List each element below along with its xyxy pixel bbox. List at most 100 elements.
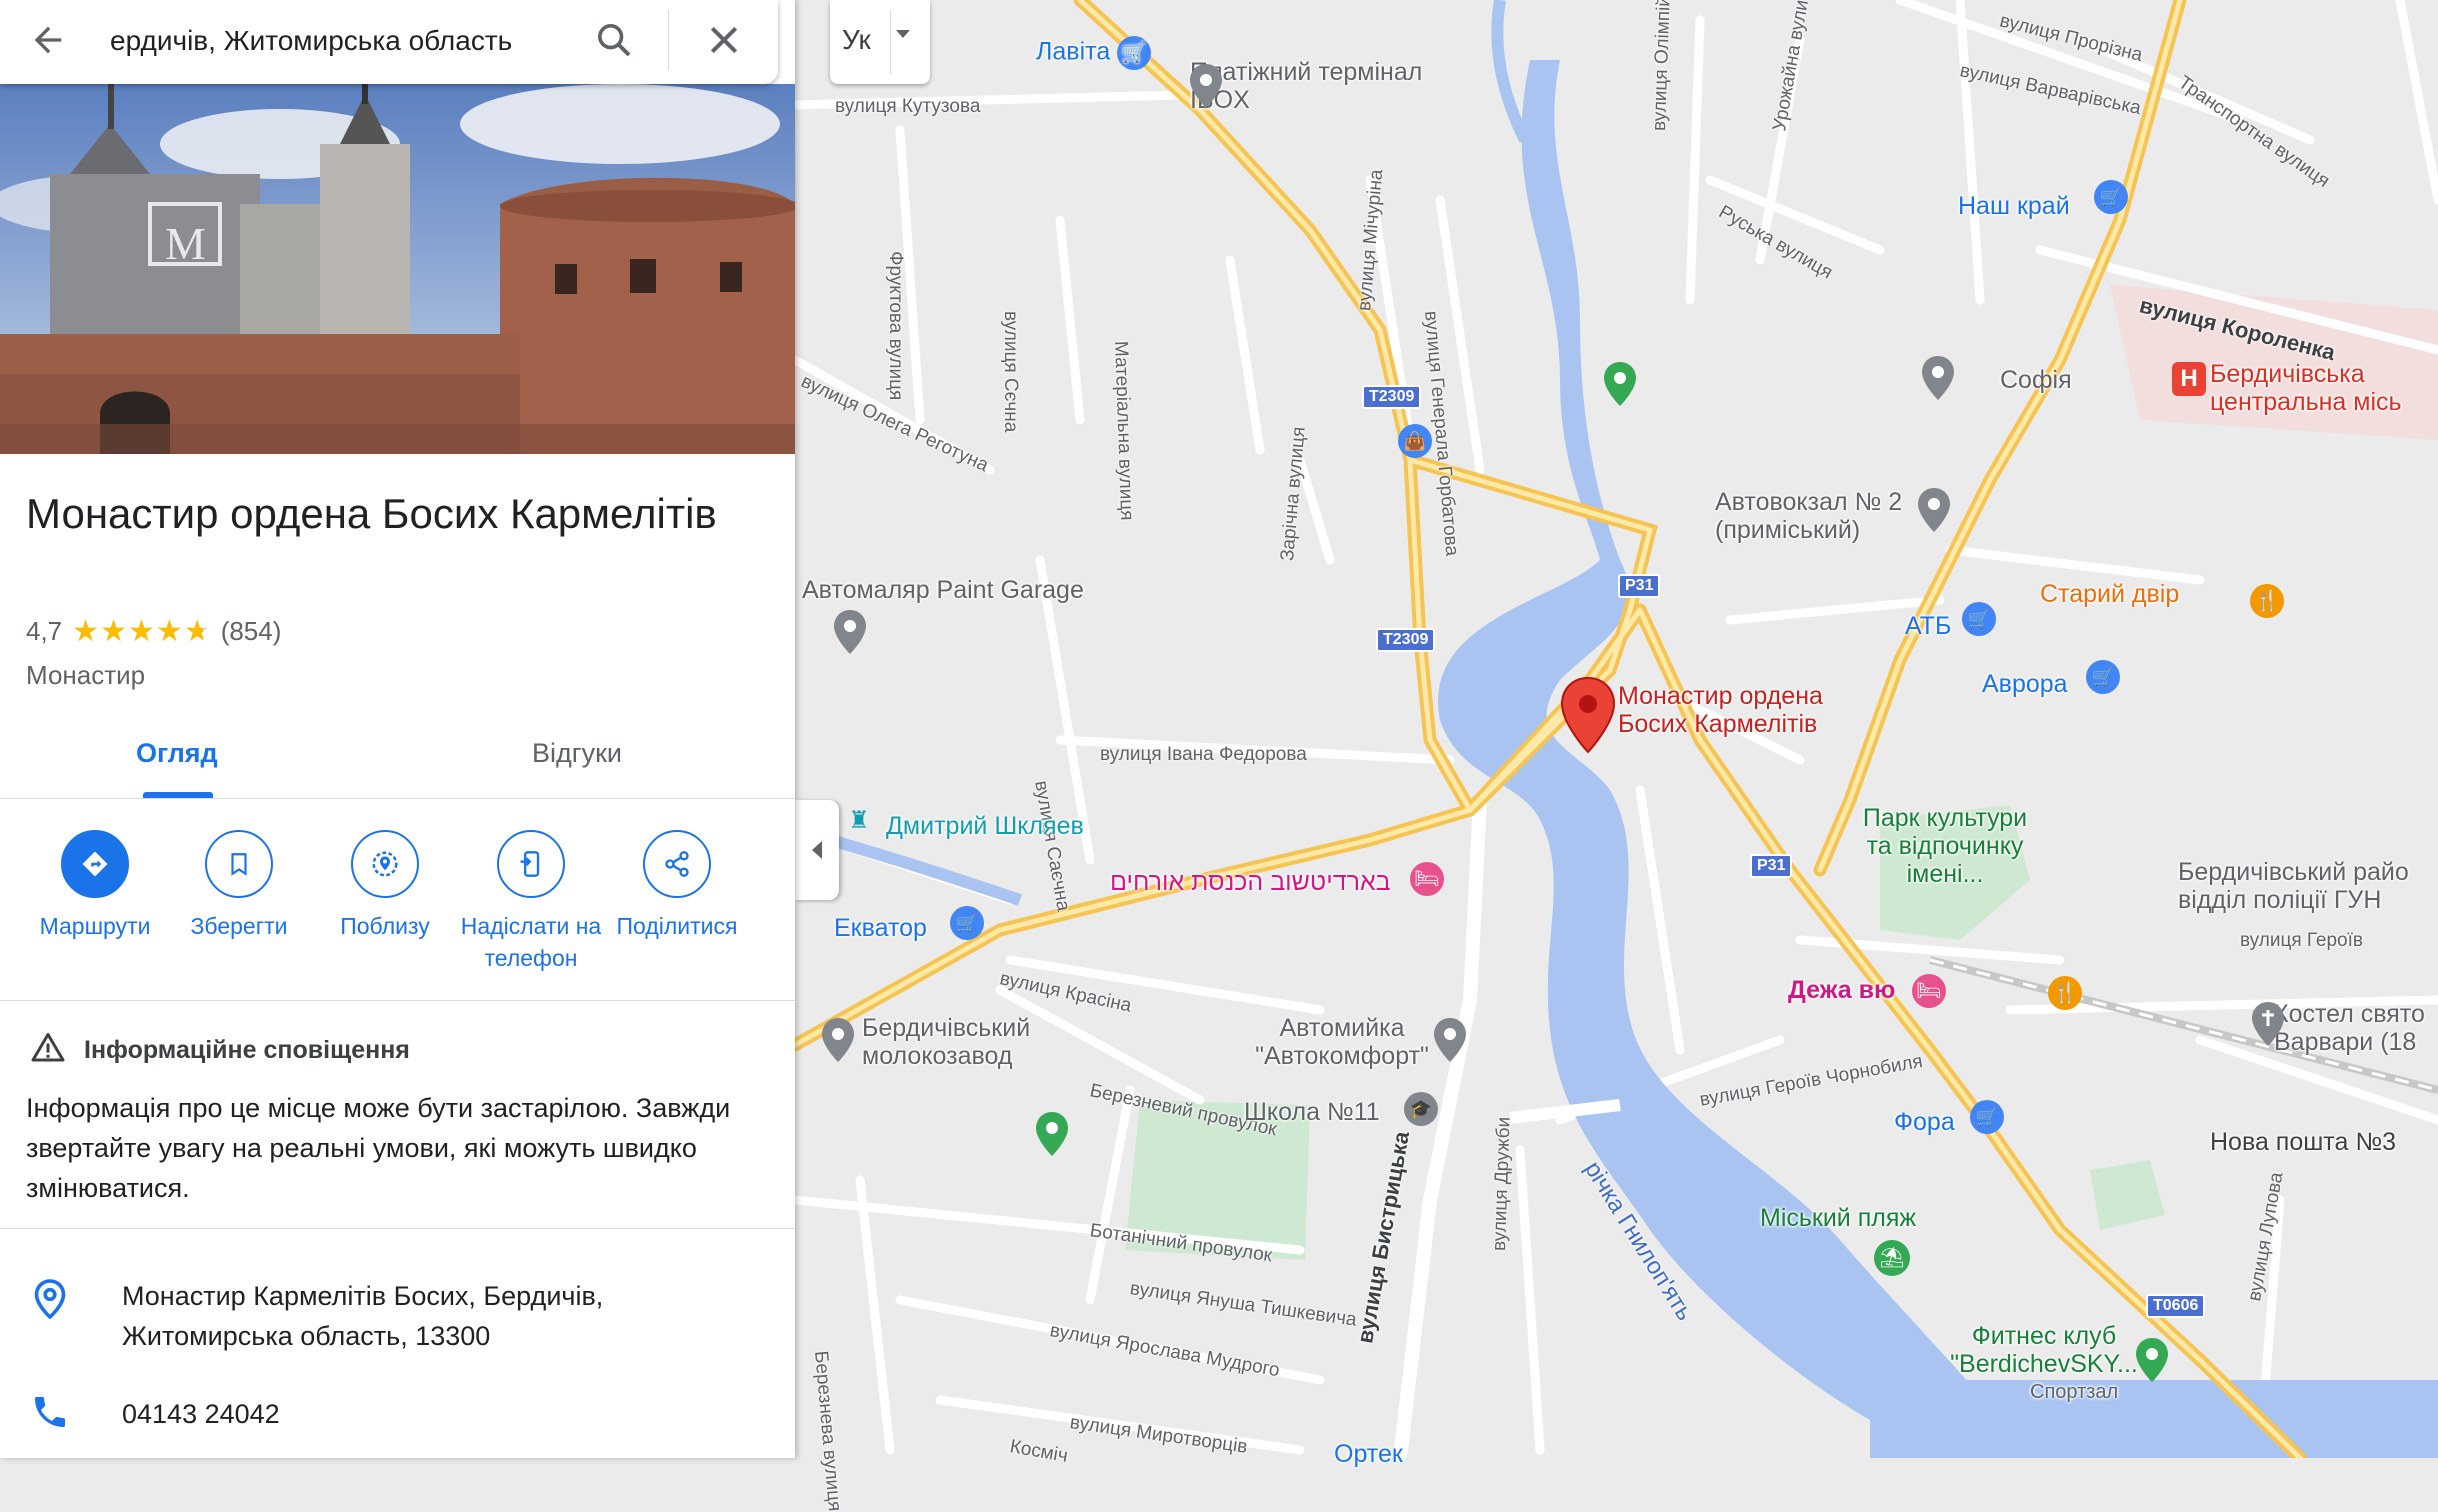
location-pin-icon[interactable] <box>1186 62 1226 112</box>
place-title: Монастир ордена Босих Кармелітів <box>26 490 717 537</box>
rating-row: 4,7 ★ ★ ★ ★ ★ (854) <box>26 616 281 647</box>
park-pin-icon[interactable] <box>2132 1336 2172 1386</box>
poi-nova-poshta[interactable]: Нова пошта №3 <box>2210 1128 2396 1156</box>
collapse-panel-button[interactable] <box>795 800 839 900</box>
poi-avtomyika[interactable]: Автомийка "Автокомфорт" <box>1222 1014 1462 1070</box>
poi-staryi-dvir[interactable]: Старий двір <box>2040 580 2179 608</box>
poi-hospital[interactable]: Бердичівська центральна місь <box>2210 360 2438 416</box>
poi-sofia[interactable]: Софія <box>2000 366 2072 394</box>
share-button[interactable]: Поділитися <box>602 830 752 942</box>
tab-overview[interactable]: Огляд <box>136 738 218 769</box>
street-label: вулиця Героїв <box>2240 930 2363 951</box>
star-icon: ★ <box>127 614 155 648</box>
chevron-down-icon[interactable] <box>896 30 910 38</box>
poi-fitness[interactable]: Фитнес клуб "BerdichevSKY... <box>1924 1322 2164 1378</box>
restaurant-pin-icon[interactable]: 🍴 <box>2250 584 2284 618</box>
poi-molokozavod[interactable]: Бердичівський молокозавод <box>862 1014 1102 1070</box>
shopping-cart-icon[interactable]: 🛒 <box>1962 602 1996 636</box>
restaurant-pin-icon[interactable]: 🍴 <box>2048 976 2082 1010</box>
selected-place-marker-icon[interactable] <box>1558 676 1618 756</box>
poi-police[interactable]: Бердичівський райо відділ поліції ГУН <box>2178 858 2438 914</box>
location-pin-icon <box>34 1279 66 1320</box>
road-shield: T2309 <box>1362 385 1422 409</box>
shopping-bag-icon[interactable]: 👜 <box>1398 424 1432 458</box>
hotel-pin-icon[interactable]: 🛏 <box>1410 862 1444 896</box>
location-pin-icon[interactable] <box>1914 486 1954 536</box>
star-icon: ★ <box>72 614 100 648</box>
save-label: Зберегти <box>190 913 288 939</box>
shopping-cart-icon: 🛒 <box>1117 36 1152 70</box>
poi-ekvator[interactable]: Екватор <box>834 914 927 942</box>
directions-button[interactable]: Маршрути <box>20 830 170 942</box>
poi-kostel[interactable]: Костел свято Варвари (18 <box>2274 1000 2438 1056</box>
poi-atb[interactable]: АТБ <box>1905 612 1951 640</box>
beach-pin-icon[interactable]: ⛱ <box>1874 1240 1910 1276</box>
tab-reviews[interactable]: Відгуки <box>532 738 622 769</box>
poi-school-11[interactable]: Школа №11 <box>1244 1098 1380 1126</box>
back-arrow-icon[interactable] <box>28 20 68 60</box>
nearby-button[interactable]: Поблизу <box>310 830 460 942</box>
send-to-phone-button[interactable]: Надіслати на телефон <box>456 830 606 974</box>
divider <box>0 1228 795 1229</box>
location-pin-icon[interactable] <box>830 608 870 658</box>
poi-park[interactable]: Парк культури та відпочинку імені... <box>1850 804 2040 888</box>
poi-ibox[interactable]: Платіжний термінал IBOX <box>1190 58 1430 114</box>
church-pin-icon[interactable] <box>2248 1000 2288 1050</box>
star-icon: ★ <box>155 614 183 648</box>
address-text[interactable]: Монастир Кармелітів Босих, Бердичів, Жит… <box>122 1276 682 1356</box>
poi-hebrew-guesthouse[interactable]: בארדיטשוב הכנסת אורחים <box>1110 868 1391 896</box>
place-category[interactable]: Монастир <box>26 660 145 691</box>
divider <box>0 1000 795 1001</box>
search-box <box>0 0 778 84</box>
hotel-pin-icon[interactable]: 🛏 <box>1912 974 1946 1008</box>
location-pin-icon[interactable] <box>1430 1016 1470 1066</box>
road-shield: P31 <box>1618 574 1661 598</box>
poi-bus-station[interactable]: Автовокзал № 2 (приміський) <box>1715 488 1945 544</box>
poi-lavita[interactable]: Лавіта 🛒 <box>1036 36 1152 70</box>
museum-pin-icon[interactable]: ♜ <box>842 804 876 838</box>
tab-bar: Огляд Відгуки <box>0 720 795 799</box>
school-pin-icon[interactable]: 🎓 <box>1404 1092 1438 1126</box>
svg-text:M: M <box>165 218 206 269</box>
star-half-icon: ★ <box>183 614 211 648</box>
photo-image: M <box>0 84 795 454</box>
star-icon: ★ <box>100 614 127 648</box>
selected-place-label[interactable]: Монастир ордена Босих Кармелітів <box>1618 682 1878 738</box>
poi-shkliaev[interactable]: Дмитрий Шкляев <box>886 812 1084 840</box>
poi-city-beach[interactable]: Міський пляж <box>1760 1204 1916 1232</box>
poi-sportzal[interactable]: Спортзал <box>2030 1378 2118 1406</box>
shopping-cart-icon[interactable]: 🛒 <box>950 906 984 940</box>
shopping-cart-icon[interactable]: 🛒 <box>2086 660 2120 694</box>
star-rating: ★ ★ ★ ★ ★ <box>72 614 211 648</box>
road-shield: P31 <box>1750 854 1793 878</box>
divider <box>668 10 669 70</box>
poi-dezha-viu[interactable]: Дежа вю <box>1788 976 1895 1004</box>
nearby-label: Поблизу <box>340 913 430 939</box>
reviews-count[interactable]: (854) <box>221 616 282 647</box>
poi-avrora[interactable]: Аврора <box>1982 670 2068 698</box>
location-pin-icon[interactable] <box>818 1016 858 1066</box>
shopping-cart-icon[interactable]: 🛒 <box>2094 180 2128 214</box>
poi-nash-krai[interactable]: Наш край <box>1958 192 2070 220</box>
send-to-phone-label: Надіслати на телефон <box>460 913 602 971</box>
park-pin-icon[interactable] <box>1032 1110 1072 1160</box>
location-pin-icon[interactable] <box>1918 354 1958 404</box>
active-tab-indicator <box>143 792 213 798</box>
language-button[interactable]: Ук <box>830 0 930 84</box>
directions-icon <box>61 830 129 898</box>
street-label: вулиця Івана Федорова <box>1100 744 1307 765</box>
close-icon[interactable] <box>704 20 744 60</box>
poi-paint-garage[interactable]: Автомаляр Paint Garage <box>802 576 1084 604</box>
save-button[interactable]: Зберегти <box>164 830 314 942</box>
send-to-phone-icon <box>497 830 565 898</box>
hospital-pin-icon[interactable]: H <box>2172 362 2206 396</box>
search-input[interactable] <box>110 18 570 64</box>
poi-ortek[interactable]: Ортек <box>1334 1440 1403 1468</box>
search-icon[interactable] <box>594 20 634 60</box>
poi-fora[interactable]: Фора <box>1894 1108 1955 1136</box>
place-photo[interactable]: M <box>0 84 795 454</box>
street-label: вулиця Кутузова <box>835 96 981 117</box>
shopping-cart-icon[interactable]: 🛒 <box>1970 1100 2004 1134</box>
phone-number[interactable]: 04143 24042 <box>122 1394 280 1434</box>
park-pin-icon[interactable] <box>1600 360 1640 410</box>
